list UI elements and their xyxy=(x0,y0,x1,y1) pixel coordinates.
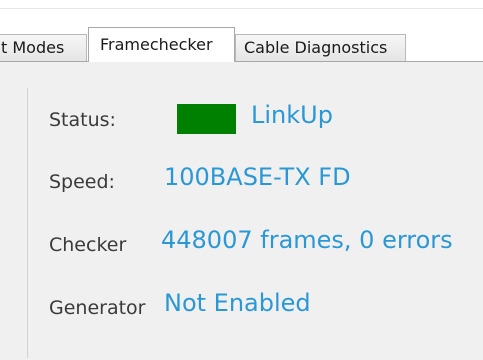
status-label: Status: xyxy=(49,109,116,131)
tab-strip: t Modes Framechecker Cable Diagnostics xyxy=(0,26,483,64)
speed-label: Speed: xyxy=(49,171,115,193)
tab-cable-diagnostics[interactable]: Cable Diagnostics xyxy=(235,34,406,61)
tab-modes-label: t Modes xyxy=(1,38,65,57)
checker-value: 448007 frames, 0 errors xyxy=(161,226,453,254)
framechecker-panel: Status: LinkUp Speed: 100BASE-TX FD Chec… xyxy=(0,62,483,360)
tab-framechecker-label: Framechecker xyxy=(100,35,213,54)
tab-framechecker[interactable]: Framechecker xyxy=(88,27,235,62)
generator-value: Not Enabled xyxy=(164,289,311,317)
status-value: LinkUp xyxy=(251,101,333,129)
top-divider xyxy=(0,8,483,9)
status-indicator xyxy=(177,104,236,134)
speed-value: 100BASE-TX FD xyxy=(164,163,351,191)
framechecker-window: t Modes Framechecker Cable Diagnostics S… xyxy=(0,0,483,360)
checker-label: Checker xyxy=(49,234,127,256)
tab-cable-diagnostics-label: Cable Diagnostics xyxy=(244,38,388,57)
generator-label: Generator xyxy=(49,297,146,319)
tab-modes[interactable]: t Modes xyxy=(0,34,87,61)
panel-left-rule xyxy=(27,88,28,358)
